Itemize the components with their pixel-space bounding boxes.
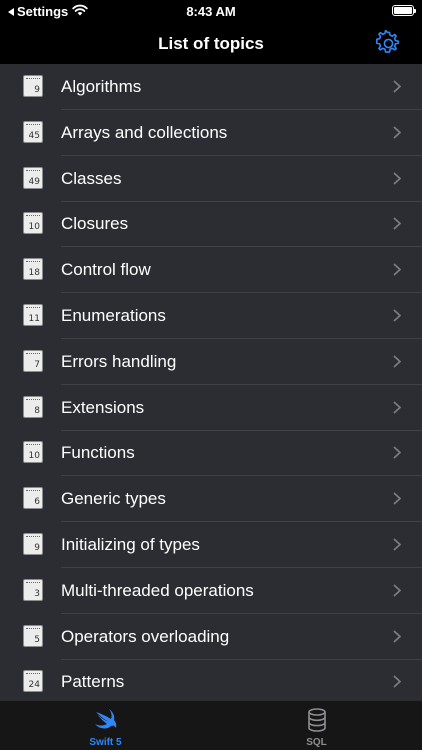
chevron-right-icon: [393, 675, 401, 688]
tab-swift[interactable]: Swift 5: [0, 701, 211, 750]
settings-gear-icon[interactable]: [375, 30, 402, 57]
topic-row[interactable]: 8 Extensions: [0, 385, 422, 431]
topic-label: Multi-threaded operations: [61, 580, 254, 600]
tab-sql[interactable]: SQL: [211, 701, 422, 750]
topic-label: Initializing of types: [61, 535, 200, 554]
topics-list[interactable]: 9 Algorithms 45 Arrays and collections 49 Cla…: [0, 64, 422, 700]
notepad-icon: 10: [23, 212, 43, 235]
topic-label: Generic types: [61, 489, 166, 509]
topic-label: Enumerations: [61, 306, 166, 325]
topic-count: 10: [28, 222, 40, 233]
notepad-icon: 7: [23, 349, 43, 372]
topic-row[interactable]: 10 Functions: [0, 430, 422, 477]
chevron-right-icon: [393, 584, 401, 597]
battery-icon: [392, 5, 416, 16]
notepad-icon: 18: [23, 258, 43, 281]
notepad-icon: 11: [23, 304, 43, 326]
swift-icon: [94, 709, 116, 729]
topic-count: 10: [28, 451, 40, 462]
notepad-icon: 9: [23, 75, 43, 97]
chevron-right-icon: [393, 538, 401, 551]
chevron-right-icon: [393, 401, 401, 413]
status-time: 8:43 AM: [186, 4, 236, 19]
topic-count: 49: [28, 176, 40, 187]
topic-count: 8: [34, 405, 40, 416]
notepad-icon: 5: [23, 624, 43, 647]
chevron-right-icon: [393, 446, 401, 459]
topic-row[interactable]: 24 Patterns: [0, 659, 422, 700]
topic-count: 3: [34, 588, 40, 599]
chevron-right-icon: [393, 263, 401, 276]
topic-count: 18: [28, 268, 40, 279]
notepad-icon: 8: [23, 395, 43, 418]
chevron-right-icon: [393, 126, 401, 139]
topic-count: 7: [34, 359, 40, 370]
topic-label: Patterns: [61, 672, 125, 692]
topic-label: Closures: [61, 214, 129, 234]
topic-count: 6: [34, 497, 40, 508]
notepad-icon: 45: [23, 120, 43, 143]
topic-row[interactable]: 3 Multi-threaded operations: [0, 568, 422, 614]
topic-row[interactable]: 9 Initializing of types: [0, 522, 422, 568]
chevron-right-icon: [393, 492, 401, 505]
topic-row[interactable]: 9 Algorithms: [0, 64, 422, 110]
topic-row[interactable]: 6 Generic types: [0, 476, 422, 523]
topic-label: Errors handling: [61, 351, 177, 371]
chevron-right-icon: [393, 630, 401, 642]
topic-label: Extensions: [61, 397, 145, 417]
topic-row[interactable]: 11 Enumerations: [0, 293, 422, 339]
notepad-icon: 3: [23, 578, 43, 601]
topic-count: 24: [28, 680, 40, 691]
notepad-icon: 24: [23, 670, 43, 693]
topic-label: Arrays and collections: [61, 122, 228, 142]
chevron-right-icon: [393, 355, 401, 368]
chevron-right-icon: [393, 172, 401, 184]
chevron-right-icon: [393, 80, 401, 93]
notepad-icon: 9: [23, 533, 43, 555]
topic-row[interactable]: 18 Control flow: [0, 247, 422, 294]
topic-row[interactable]: 7 Errors handling: [0, 339, 422, 385]
topic-label: Control flow: [61, 260, 151, 280]
notepad-icon: 10: [23, 441, 43, 464]
chevron-right-icon: [393, 217, 401, 230]
tab-sql-label: SQL: [306, 737, 327, 748]
topic-row[interactable]: 10 Closures: [0, 201, 422, 248]
topic-label: Operators overloading: [61, 626, 230, 646]
topic-label: Algorithms: [61, 77, 142, 96]
topic-count: 11: [28, 314, 40, 324]
chevron-right-icon: [393, 309, 401, 322]
topic-label: Classes: [61, 168, 122, 188]
tab-swift-label: Swift 5: [89, 737, 122, 748]
page-title: List of topics: [158, 34, 264, 53]
topic-label: Functions: [61, 443, 135, 463]
notepad-icon: 6: [23, 487, 43, 510]
topic-row[interactable]: 5 Operators overloading: [0, 614, 422, 660]
notepad-icon: 49: [23, 166, 43, 189]
topic-count: 9: [34, 543, 40, 553]
status-bar: Settings 8:43 AM: [0, 0, 422, 22]
topic-row[interactable]: 49 Classes: [0, 156, 422, 202]
topic-count: 9: [34, 85, 40, 95]
database-icon: [307, 708, 326, 732]
tab-bar: Swift 5 SQL: [0, 700, 422, 750]
topic-count: 45: [28, 130, 40, 141]
topic-count: 5: [34, 634, 40, 645]
topic-row[interactable]: 45 Arrays and collections: [0, 110, 422, 156]
navigation-bar: List of topics: [0, 22, 422, 64]
